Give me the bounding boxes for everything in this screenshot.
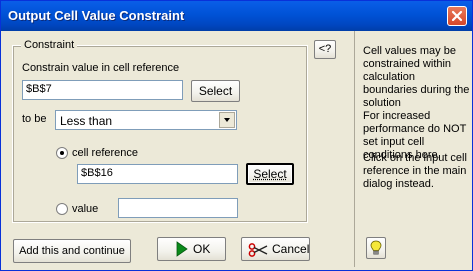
- help-toggle-button[interactable]: <?: [314, 40, 336, 59]
- add-continue-button[interactable]: Add this and continue: [13, 239, 131, 263]
- to-be-label: to be: [22, 113, 47, 125]
- dialog-window: Output Cell Value Constraint Constraint …: [0, 0, 473, 271]
- cancel-label: Cancel: [272, 242, 310, 256]
- value-radio[interactable]: [56, 203, 68, 215]
- dropdown-button[interactable]: [219, 112, 235, 128]
- ok-label: OK: [193, 242, 211, 256]
- title-bar[interactable]: Output Cell Value Constraint: [1, 1, 472, 31]
- value-radio-label: value: [72, 203, 99, 215]
- close-icon: [451, 10, 463, 22]
- value-input[interactable]: [118, 198, 238, 218]
- help-bulb-icon: [370, 240, 382, 255]
- help-text-1: Cell values may be constrained within ca…: [363, 45, 470, 109]
- cell-reference-radio-label: cell reference: [72, 147, 139, 159]
- select-target-label: Select: [253, 167, 287, 181]
- cell-ref-label: Constrain value in cell reference: [22, 62, 180, 74]
- cancel-button[interactable]: Cancel: [241, 237, 310, 261]
- help-text-3: Click on the input cell reference in the…: [363, 152, 467, 190]
- dropdown-arrow-icon: [224, 118, 230, 122]
- cell-ref-input[interactable]: $B$7: [22, 80, 183, 100]
- dialog-client: Constraint Constrain value in cell refer…: [4, 31, 469, 267]
- select-cell-button[interactable]: Select: [191, 80, 240, 102]
- constraint-legend: Constraint: [21, 39, 78, 51]
- cancel-scissors-icon: [248, 243, 268, 257]
- cell-reference-radio[interactable]: [56, 147, 68, 159]
- target-ref-input[interactable]: $B$16: [77, 164, 238, 184]
- help-button[interactable]: [366, 237, 386, 259]
- panel-divider: [354, 31, 355, 267]
- operator-value: Less than: [60, 114, 113, 128]
- window-title: Output Cell Value Constraint: [8, 8, 185, 23]
- ok-button[interactable]: OK: [157, 237, 226, 261]
- close-button[interactable]: [447, 6, 467, 26]
- ok-arrow-icon: [176, 241, 188, 257]
- select-target-button[interactable]: Select: [246, 163, 294, 185]
- operator-dropdown[interactable]: Less than: [55, 110, 237, 130]
